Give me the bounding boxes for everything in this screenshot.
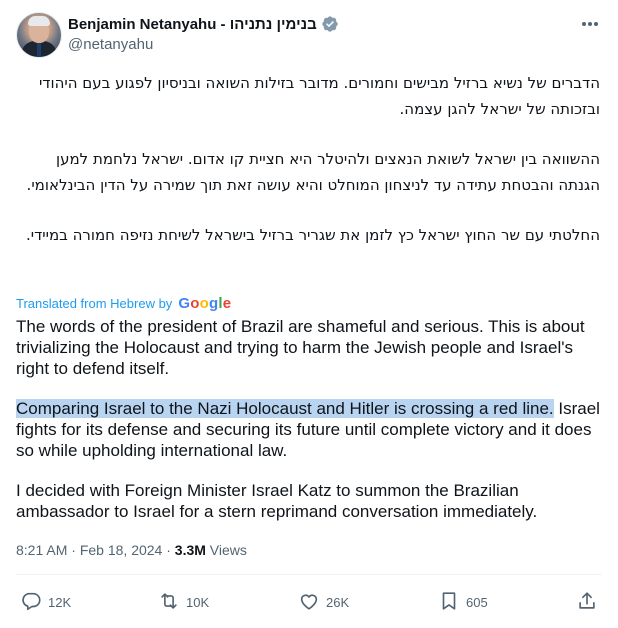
views-label: Views bbox=[205, 542, 247, 558]
repost-icon bbox=[158, 590, 180, 615]
display-name-row: Benjamin Netanyahu - בנימין נתניהו bbox=[68, 14, 339, 34]
share-button[interactable] bbox=[576, 590, 598, 615]
reply-icon bbox=[20, 590, 42, 615]
hebrew-paragraph-1: הדברים של נשיא ברזיל מבישים וחמורים. מדו… bbox=[38, 74, 600, 118]
divider bbox=[16, 574, 602, 575]
post-time[interactable]: 8:21 AM bbox=[16, 542, 67, 558]
google-logo-letter: G bbox=[178, 295, 191, 312]
english-paragraph-2: Comparing Israel to the Nazi Holocaust a… bbox=[16, 398, 602, 461]
google-logo: Google bbox=[178, 295, 231, 312]
google-logo-letter: o bbox=[190, 295, 200, 312]
post-translated-text: The words of the president of Brazil are… bbox=[16, 316, 602, 541]
meta-separator: · bbox=[67, 542, 80, 558]
avatar-hair bbox=[28, 16, 50, 26]
translated-from-label: Translated from Hebrew by bbox=[16, 296, 173, 311]
like-button[interactable]: 26K bbox=[298, 590, 349, 615]
post-actions: 12K 10K 26K 605 bbox=[16, 590, 602, 614]
hebrew-paragraph-3: החלטתי עם שר החוץ ישראל כץ לזמן את שגריר… bbox=[25, 226, 600, 244]
reply-button[interactable]: 12K bbox=[20, 590, 71, 615]
like-count: 26K bbox=[326, 595, 350, 610]
share-icon bbox=[576, 590, 598, 615]
bookmark-button[interactable]: 605 bbox=[438, 590, 488, 615]
bookmark-count: 605 bbox=[466, 595, 488, 610]
post-original-text: הדברים של נשיא ברזיל מבישים וחמורים. מדו… bbox=[16, 70, 600, 272]
highlighted-text: Comparing Israel to the Nazi Holocaust a… bbox=[16, 399, 554, 418]
bookmark-icon bbox=[438, 590, 460, 615]
google-logo-letter: e bbox=[222, 295, 232, 312]
meta-separator-2: · bbox=[162, 542, 175, 558]
post-meta: 8:21 AM · Feb 18, 2024 · 3.3M Views bbox=[16, 542, 247, 558]
repost-button[interactable]: 10K bbox=[158, 590, 209, 615]
repost-count: 10K bbox=[186, 595, 210, 610]
avatar-tie bbox=[37, 43, 41, 57]
verified-badge-icon bbox=[321, 15, 339, 33]
display-name[interactable]: Benjamin Netanyahu - בנימין נתניהו bbox=[68, 16, 317, 33]
views-count[interactable]: 3.3M bbox=[175, 542, 206, 558]
post-date[interactable]: Feb 18, 2024 bbox=[80, 542, 163, 558]
heart-icon bbox=[298, 590, 320, 615]
translation-attribution[interactable]: Translated from Hebrew by Google bbox=[16, 295, 231, 312]
user-meta: Benjamin Netanyahu - בנימין נתניהו @neta… bbox=[68, 14, 339, 53]
english-paragraph-3: I decided with Foreign Minister Israel K… bbox=[16, 481, 538, 521]
avatar[interactable] bbox=[16, 12, 62, 58]
english-paragraph-1: The words of the president of Brazil are… bbox=[16, 317, 585, 378]
google-logo-letter: o bbox=[199, 295, 209, 312]
post-header: Benjamin Netanyahu - בנימין נתניהו @neta… bbox=[16, 12, 602, 58]
user-handle[interactable]: @netanyahu bbox=[68, 36, 339, 53]
google-logo-letter: g bbox=[208, 295, 219, 312]
more-options-icon[interactable] bbox=[578, 14, 602, 34]
reply-count: 12K bbox=[48, 595, 72, 610]
hebrew-paragraph-2: ההשוואה בין ישראל לשואת הנאצים ולהיטלר ה… bbox=[26, 150, 600, 194]
